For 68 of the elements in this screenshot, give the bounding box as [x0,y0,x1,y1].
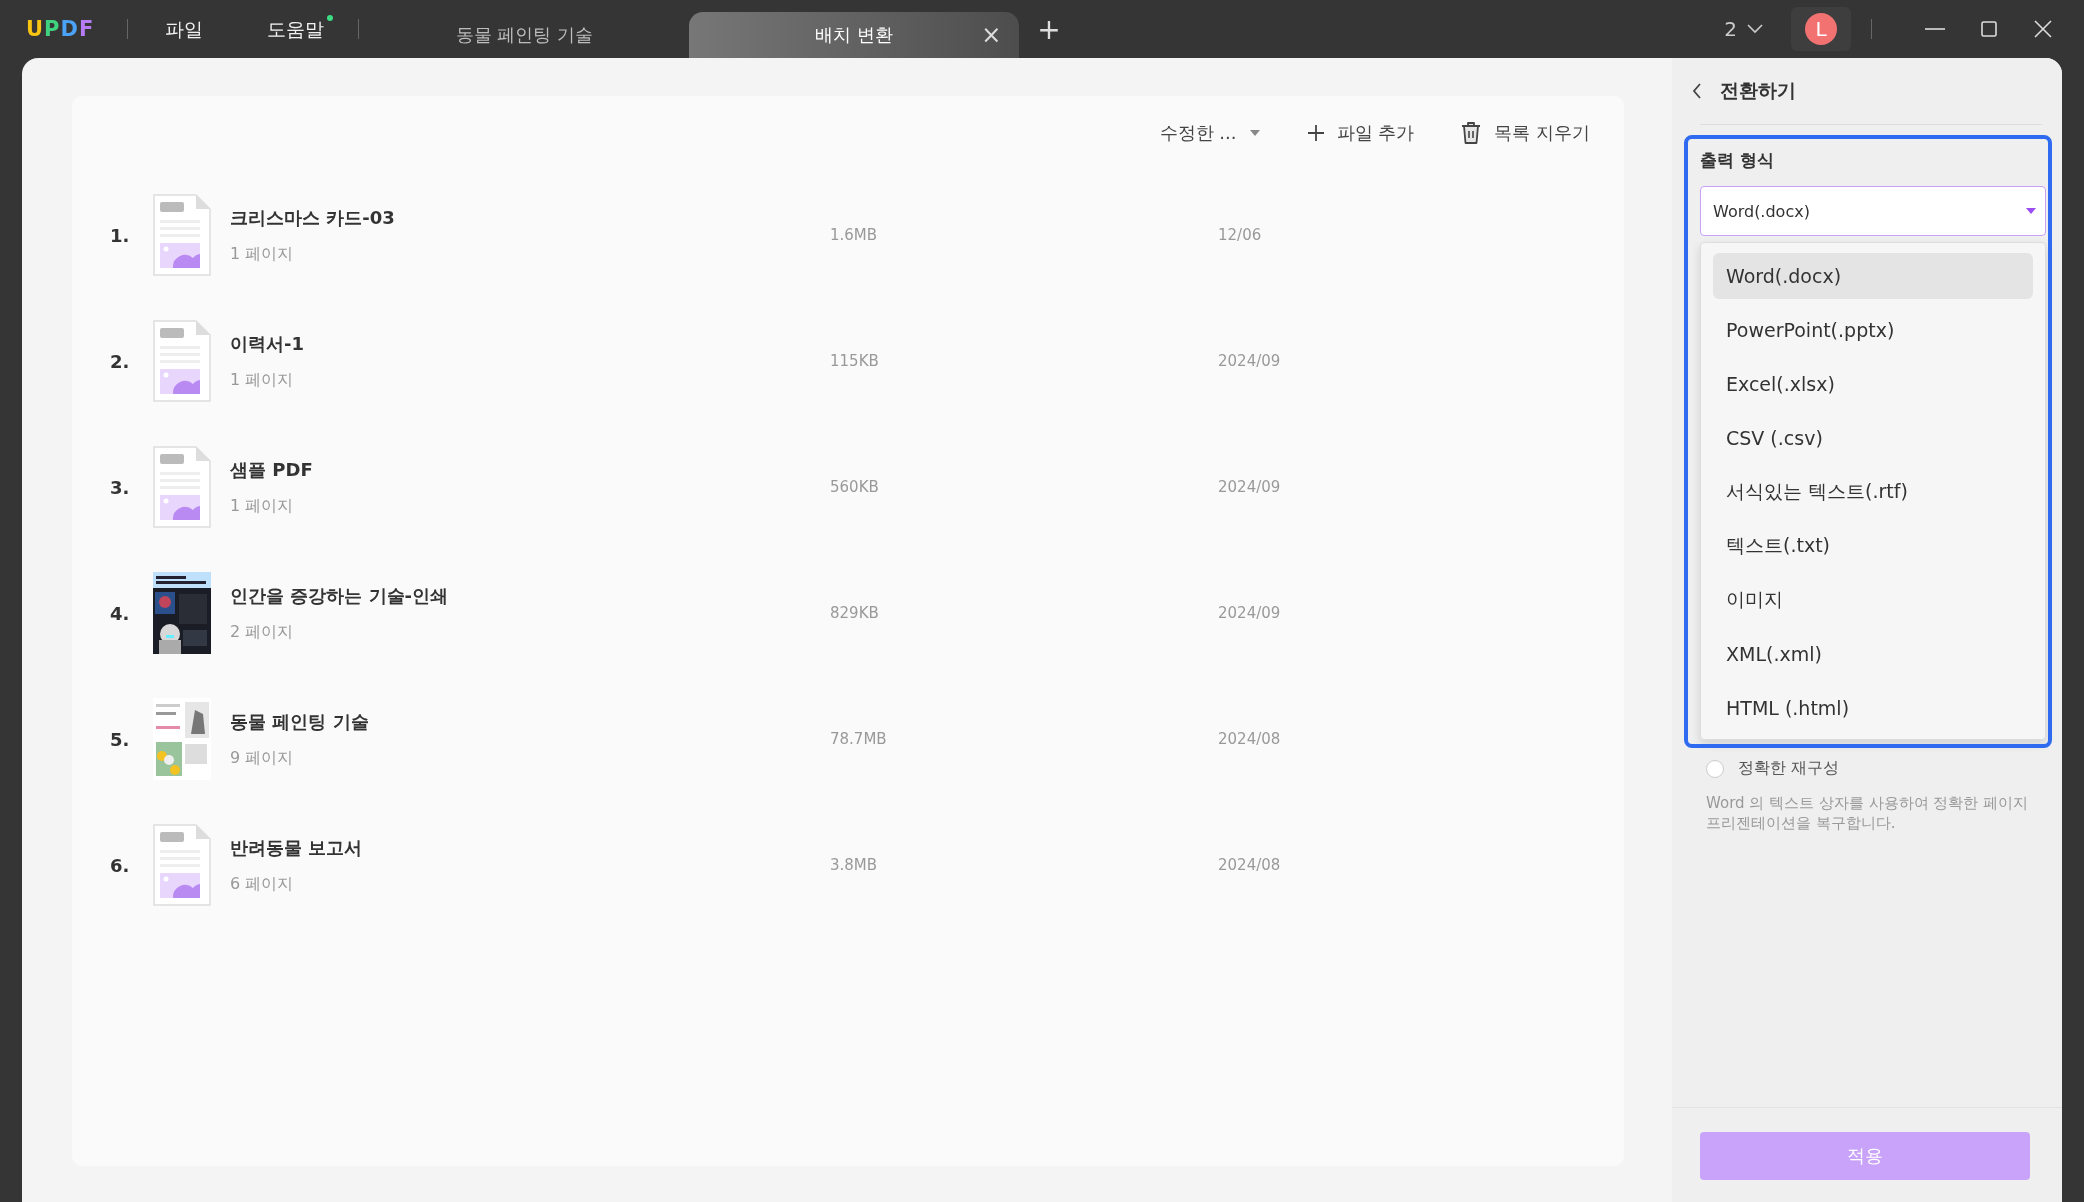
row-number: 1. [110,223,131,248]
radio-button[interactable] [1706,759,1724,778]
add-file-button[interactable]: 파일 추가 [1306,121,1415,145]
radio-label: 정확한 재구성 [1738,758,1840,779]
dropdown-option[interactable]: HTML (.html) [1713,685,2033,731]
menu-item[interactable]: 파일 [165,15,213,43]
row-number: 2. [110,349,131,374]
dropdown-option[interactable]: CSV (.csv) [1713,415,2033,461]
dropdown-option[interactable]: PowerPoint(.pptx) [1713,307,2033,353]
page-count: 1 페이지 [230,369,294,391]
modified-date: 2024/08 [1218,855,1282,876]
menu-item[interactable]: 도움말 [267,15,334,43]
page-count: 1 페이지 [230,243,294,265]
pdf-file-icon [153,194,211,276]
caret-down-icon [1248,129,1261,137]
file-name: 반려동물 보고서 [230,835,363,860]
field-label: 출력 형식 [1700,149,1775,172]
sort-dropdown[interactable]: 수정한 ... [1159,121,1261,145]
file-name: 크리스마스 카드-03 [230,205,395,230]
clear-list-button[interactable]: 목록 지우기 [1460,121,1590,145]
row-number: 5. [110,727,131,752]
file-size: 560KB [830,477,880,498]
chevron-down-icon [1747,24,1763,34]
new-tab-button[interactable]: + [1037,12,1061,46]
page-count: 2 페이지 [230,621,294,643]
tab[interactable]: 동물 페인팅 기술 [359,12,690,58]
page-count-dropdown[interactable]: 2 [1724,17,1763,41]
dropdown-option[interactable]: XML(.xml) [1713,631,2033,677]
page-count: 6 페이지 [230,873,294,895]
back-icon[interactable] [1692,83,1702,99]
file-name: 인간을 증강하는 기술-인쇄 [230,583,448,608]
page-count: 9 페이지 [230,747,294,769]
dropdown-option[interactable]: 서식있는 텍스트(.rtf) [1713,469,2033,515]
format-select[interactable]: Word(.docx) [1700,186,2046,236]
modified-date: 2024/08 [1218,729,1282,750]
plus-icon [1306,124,1325,142]
notification-dot [327,15,334,21]
description-text: Word 의 텍스트 상자를 사용하여 정확한 페이지 프리젠테이션을 복구합니다. [1706,793,2030,833]
modified-date: 2024/09 [1218,603,1282,624]
file-size: 78.7MB [830,729,888,750]
page-count: 1 페이지 [230,495,294,517]
trash-icon [1460,121,1483,145]
modified-date: 2024/09 [1218,351,1282,372]
pdf-file-icon [153,320,211,402]
file-size: 3.8MB [830,855,879,876]
pdf-file-icon [153,446,211,528]
dropdown-option[interactable]: Word(.docx) [1713,253,2033,299]
file-name: 동물 페인팅 기술 [230,709,369,734]
file-name: 샘플 PDF [230,457,313,482]
maximize-icon[interactable] [1978,18,2000,40]
modified-date: 2024/09 [1218,477,1282,498]
file-size: 1.6MB [830,225,879,246]
row-number: 4. [110,601,131,626]
modified-date: 12/06 [1218,225,1263,246]
panel-title: 전환하기 [1720,78,1796,103]
file-name: 이력서-1 [230,331,304,356]
row-number: 3. [110,475,131,500]
dropdown-option[interactable]: 텍스트(.txt) [1713,523,2033,569]
tab[interactable]: 배치 변환 × [689,12,1020,58]
caret-down-icon [2025,207,2037,215]
close-icon[interactable] [2032,18,2054,40]
row-number: 6. [110,853,131,878]
file-size: 829KB [830,603,880,624]
dropdown-option[interactable]: Excel(.xlsx) [1713,361,2033,407]
pdf-file-icon [153,824,211,906]
dropdown-option[interactable]: 이미지 [1713,577,2033,623]
close-tab-button[interactable]: × [981,21,1002,49]
file-size: 115KB [830,351,880,372]
